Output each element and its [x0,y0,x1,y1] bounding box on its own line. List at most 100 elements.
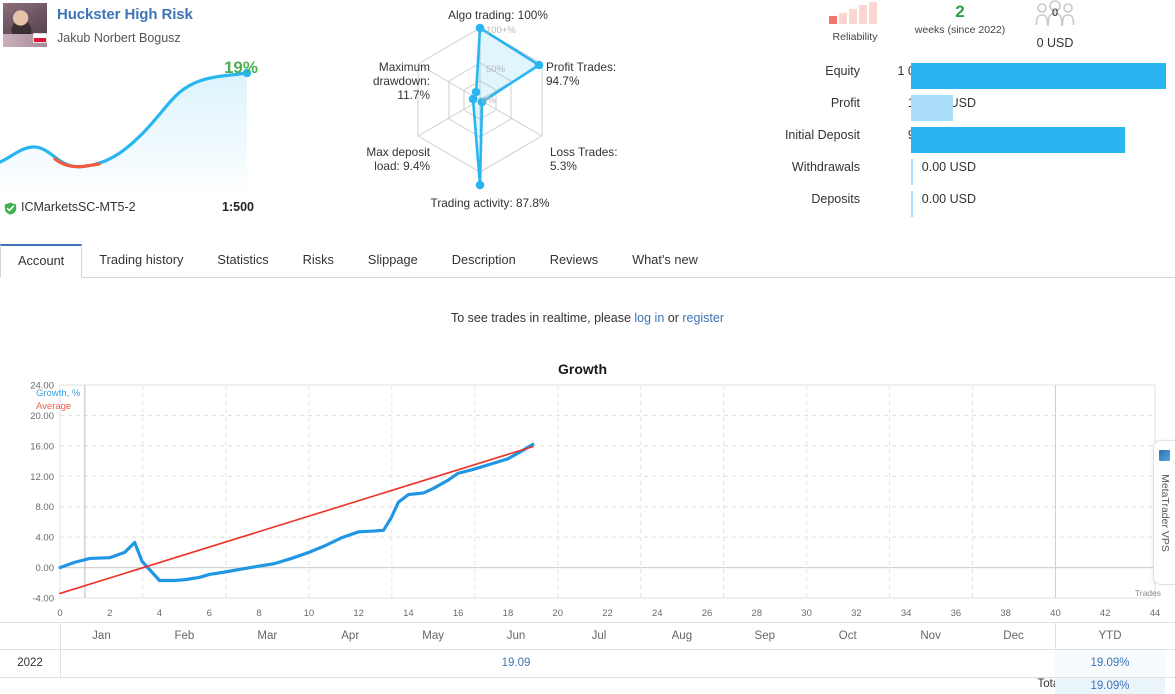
x-axis-tick-label: 28 [751,608,763,619]
signal-card: Huckster High Risk Jakub Norbert Bogusz … [0,0,300,233]
radar-label-trading-activity: Trading activity: 87.8% [430,196,550,210]
month-header-jun: Jun [506,630,526,642]
total-row: Total: 19.09% [0,678,1175,694]
growth-chart-title: Growth [558,361,607,377]
chart-frame [59,384,1156,599]
login-prompt: To see trades in realtime, please log in… [0,311,1175,325]
radar-label-max-drawdown-line1: Maximum [378,60,430,74]
radar-label-loss-trades-line2: 5.3% [550,159,577,173]
y-axis-tick-label: 20.00 [30,411,54,422]
month-value-apr [309,650,392,677]
month-header-nov: Nov [920,630,941,642]
month-header-apr: Apr [341,630,360,642]
log-in-link[interactable]: log in [634,311,664,325]
x-axis-tick-label: 2 [107,608,113,619]
month-value-nov [889,650,972,677]
reliability-bars-icon [829,2,881,24]
x-axis-tick-label: 26 [701,608,713,619]
x-axis-tick-label: 32 [851,608,862,619]
tab-reviews[interactable]: Reviews [533,244,615,276]
x-axis-tick-label: 40 [1050,608,1061,619]
ytd-value: 19.09% [1055,650,1165,677]
x-axis-tick-label: 0 [57,608,63,619]
radar-data-polygon [471,26,541,187]
radar-label-max-drawdown-line2: drawdown: [372,74,430,88]
x-axis-title: Trades [1134,588,1161,598]
tab-statistics[interactable]: Statistics [200,244,285,276]
leverage-value: 1:500 [222,200,254,214]
top-summary-panel: Huckster High Risk Jakub Norbert Bogusz … [0,0,1175,233]
radar-label-max-deposit-load: Max deposit load: 9.4% [330,145,430,173]
tab-risks[interactable]: Risks [286,244,351,276]
month-header-sep: Sep [754,630,776,642]
metatrader-vps-tab[interactable]: MetaTrader VPS [1153,440,1175,585]
login-prompt-middle: or [664,311,683,325]
metatrader-icon [1159,450,1170,461]
x-axis-tick-label: 34 [900,608,912,619]
register-link[interactable]: register [682,311,724,325]
stat-row: Equity1 071.77 USD [700,62,1175,94]
year-label: 2022 [17,657,43,669]
tab-slippage[interactable]: Slippage [351,244,435,276]
mini-growth-chart [0,68,252,190]
poland-flag-icon [33,33,47,43]
y-axis-tick-label: 8.00 [36,502,55,513]
broker-name: ICMarketsSC-MT5-2 [21,200,136,214]
radar-label-loss-trades: Loss Trades: 5.3% [550,145,660,173]
radar-label-max-deposit-line1: Max deposit [366,145,430,159]
month-value-mar [226,650,309,677]
x-axis-tick-label: 30 [801,608,812,619]
year-data-row: 2022 19.09 19.09% [0,650,1175,678]
x-axis-tick-label: 20 [552,608,564,619]
month-header-oct: Oct [838,630,857,642]
weeks-caption: weeks (since 2022) [914,24,1006,36]
stat-value: 0.00 USD [921,192,976,206]
stat-bar [911,63,1166,89]
month-value-aug [640,650,723,677]
x-axis-tick-label: 10 [303,608,315,619]
stat-row: Profit171.77 USD [700,94,1175,126]
growth-percent-badge: 19% [223,58,258,77]
month-header-jul: Jul [591,630,607,642]
x-axis-tick-label: 24 [651,608,663,619]
month-value-jul [558,650,641,677]
y-axis-tick-label: 12.00 [30,472,54,483]
tab-account[interactable]: Account [0,244,83,278]
stat-label: Initial Deposit [784,128,860,142]
metatrader-vps-label: MetaTrader VPS [1158,473,1171,552]
month-value-may [392,650,475,677]
month-header-mar: Mar [257,630,278,642]
x-axis-tick-label: 42 [1099,608,1111,619]
x-axis-tick-label: 6 [206,608,212,619]
month-value-jan [60,650,143,677]
account-stats-widget: Reliability 2 weeks (since 2022) 0 0 USD… [700,0,1175,233]
month-header-row: Jan Feb Mar Apr May Jun Jul Aug Sep Oct Nov Dec YTD [0,622,1175,650]
month-value-dec [972,650,1055,677]
stat-bar [911,191,913,217]
tab-description[interactable]: Description [435,244,533,276]
login-prompt-prefix: To see trades in realtime, please [450,311,635,325]
stat-row: Withdrawals 0.00 USD [700,158,1175,190]
x-axis-tick-label: 12 [353,608,364,619]
radar-label-profit-trades: Profit Trades: 94.7% [546,60,664,88]
radar-ring-inner-label: 0% [482,95,496,106]
radar-ring-mid-label: 50% [486,64,506,75]
y-axis-tick-label: -4.00 [32,594,54,605]
tab-what-s-new[interactable]: What's new [615,244,715,276]
chart-series-growth [58,442,535,583]
growth-chart: 24.0020.0016.0012.008.004.000.00-4.00 [30,381,1156,605]
mini-chart-area [0,73,247,190]
month-value-oct [806,650,889,677]
signal-title[interactable]: Huckster High Risk [57,6,193,23]
month-header-aug: Aug [671,630,693,642]
stat-row: Initial Deposit900.00 USD [700,126,1175,158]
tab-trading-history[interactable]: Trading history [82,244,200,276]
legend-growth: Growth, % [36,388,81,399]
subscribers-people-icon: 0 [1035,0,1075,27]
month-header-dec: Dec [1003,630,1024,642]
radar-label-profit-trades-line1: Profit Trades: [546,60,617,74]
x-axis-tick-label: 38 [1000,608,1011,619]
x-axis-tick-label: 14 [403,608,414,619]
x-axis-tick-label: 36 [950,608,962,619]
stat-bar [911,95,953,121]
